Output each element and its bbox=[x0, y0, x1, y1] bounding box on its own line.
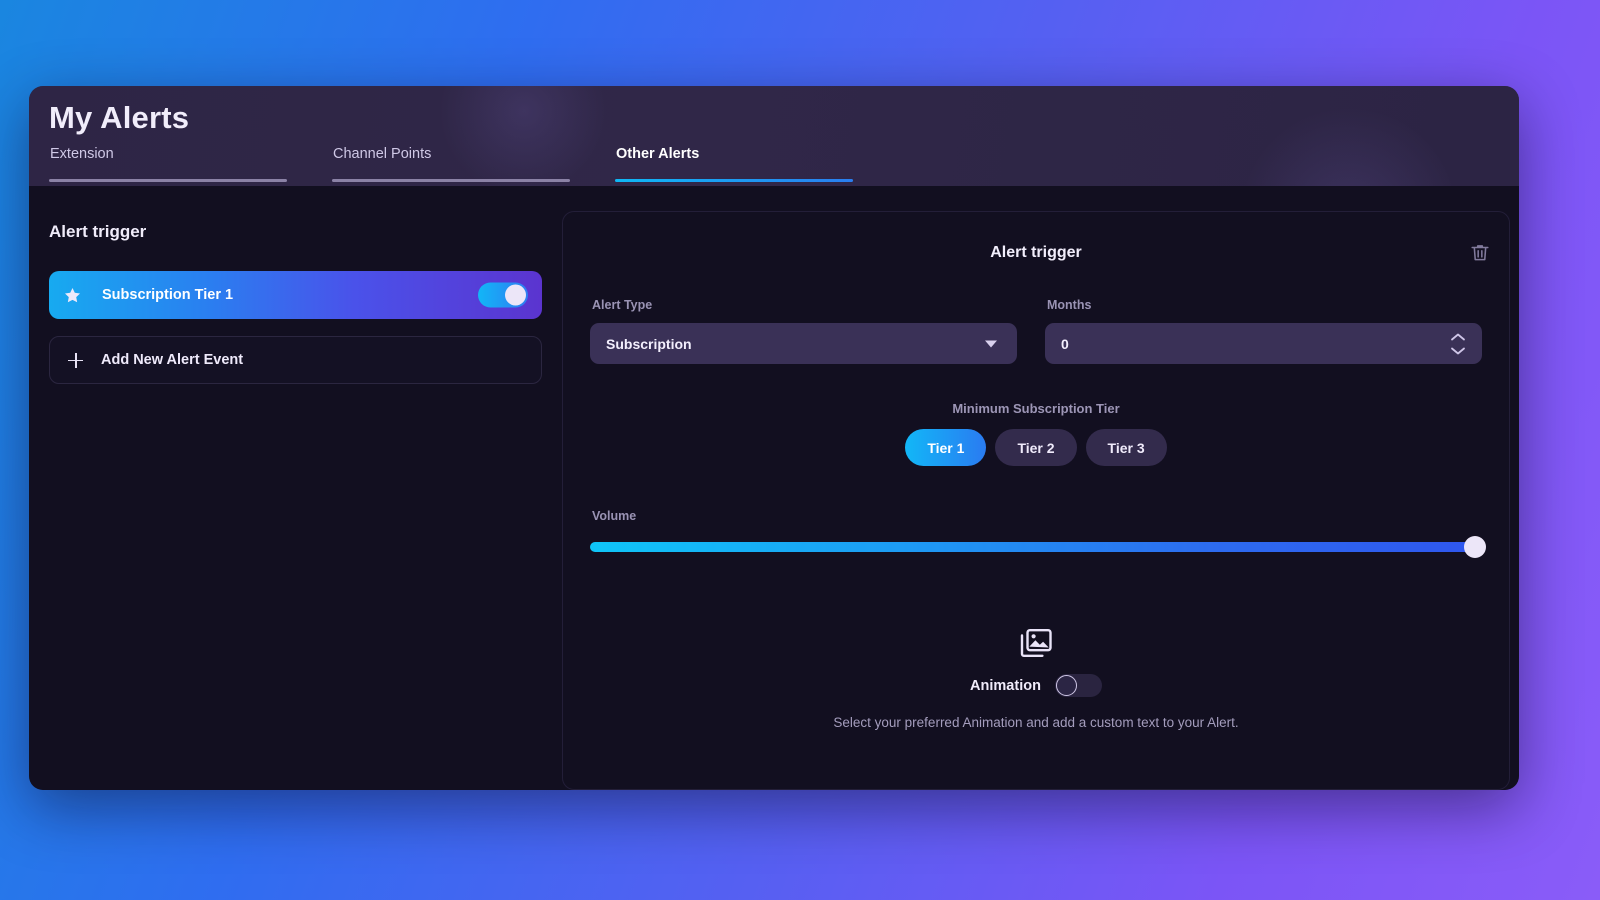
alert-type-label: Alert Type bbox=[592, 298, 653, 312]
alert-type-value: Subscription bbox=[606, 335, 692, 352]
months-value: 0 bbox=[1061, 335, 1069, 352]
months-field: Months 0 bbox=[1045, 298, 1482, 364]
volume-slider[interactable] bbox=[590, 536, 1486, 558]
alert-event-toggle[interactable] bbox=[478, 282, 528, 308]
alert-type-field: Alert Type Subscription bbox=[590, 298, 1017, 364]
tab-underline bbox=[49, 179, 287, 182]
animation-label: Animation bbox=[970, 677, 1041, 694]
minimum-subscription-tier-label: Minimum Subscription Tier bbox=[952, 401, 1120, 416]
alert-event-label: Subscription Tier 1 bbox=[102, 287, 234, 303]
tab-underline bbox=[615, 179, 853, 182]
volume-label: Volume bbox=[592, 509, 637, 523]
alert-type-select[interactable]: Subscription bbox=[590, 323, 1017, 364]
tab-label: Other Alerts bbox=[616, 146, 700, 162]
tab-label: Extension bbox=[50, 146, 114, 162]
volume-slider-track bbox=[590, 542, 1482, 552]
trash-icon[interactable] bbox=[1469, 242, 1491, 264]
animation-hint: Select your preferred Animation and add … bbox=[833, 715, 1239, 730]
page-title: My Alerts bbox=[49, 100, 190, 135]
app-body: Alert trigger Subscription Tier 1 Add Ne… bbox=[29, 186, 1519, 790]
add-new-alert-event-button[interactable]: Add New Alert Event bbox=[49, 336, 542, 384]
field-row: Alert Type Subscription Months 0 bbox=[563, 262, 1509, 364]
header-glow-decor bbox=[1239, 106, 1459, 186]
star-icon bbox=[63, 286, 82, 305]
image-icon bbox=[1019, 628, 1053, 658]
tab-extension[interactable]: Extension bbox=[49, 146, 332, 182]
tab-underline bbox=[332, 179, 570, 182]
tab-bar: Extension Channel Points Other Alerts bbox=[49, 146, 898, 182]
months-stepper[interactable] bbox=[1450, 332, 1466, 355]
tab-label: Channel Points bbox=[333, 146, 432, 162]
toggle-knob bbox=[505, 284, 526, 306]
tier-1-button[interactable]: Tier 1 bbox=[905, 429, 987, 466]
chevron-down-icon bbox=[1451, 347, 1465, 354]
volume-section: Volume bbox=[563, 466, 1509, 558]
alert-event-item-subscription-tier-1[interactable]: Subscription Tier 1 bbox=[49, 271, 542, 319]
app-header: My Alerts Extension Channel Points Other… bbox=[29, 86, 1519, 186]
plus-icon bbox=[68, 352, 83, 368]
tier-2-button[interactable]: Tier 2 bbox=[995, 429, 1077, 466]
volume-slider-thumb[interactable] bbox=[1464, 536, 1486, 558]
minimum-subscription-tier-section: Minimum Subscription Tier Tier 1 Tier 2 … bbox=[563, 401, 1509, 466]
sidebar-heading: Alert trigger bbox=[49, 222, 147, 241]
toggle-knob bbox=[1055, 675, 1077, 696]
tab-channel-points[interactable]: Channel Points bbox=[332, 146, 615, 182]
animation-row: Animation bbox=[563, 674, 1509, 697]
animation-section: Animation Select your preferred Animatio… bbox=[563, 628, 1509, 730]
sidebar: Alert trigger Subscription Tier 1 Add Ne… bbox=[29, 186, 562, 790]
chevron-down-icon bbox=[985, 340, 997, 347]
add-new-alert-event-label: Add New Alert Event bbox=[101, 352, 244, 368]
panel-title: Alert trigger bbox=[990, 244, 1082, 261]
tier-3-button[interactable]: Tier 3 bbox=[1085, 429, 1167, 466]
tier-button-group: Tier 1 Tier 2 Tier 3 bbox=[905, 429, 1167, 466]
months-label: Months bbox=[1047, 298, 1092, 312]
chevron-up-icon bbox=[1451, 333, 1465, 340]
app-window: My Alerts Extension Channel Points Other… bbox=[29, 86, 1519, 790]
animation-toggle[interactable] bbox=[1054, 674, 1102, 697]
alert-settings-panel: Alert trigger Alert Type Subscription Mo… bbox=[562, 211, 1510, 790]
months-input[interactable]: 0 bbox=[1045, 323, 1482, 364]
tab-other-alerts[interactable]: Other Alerts bbox=[615, 146, 898, 182]
